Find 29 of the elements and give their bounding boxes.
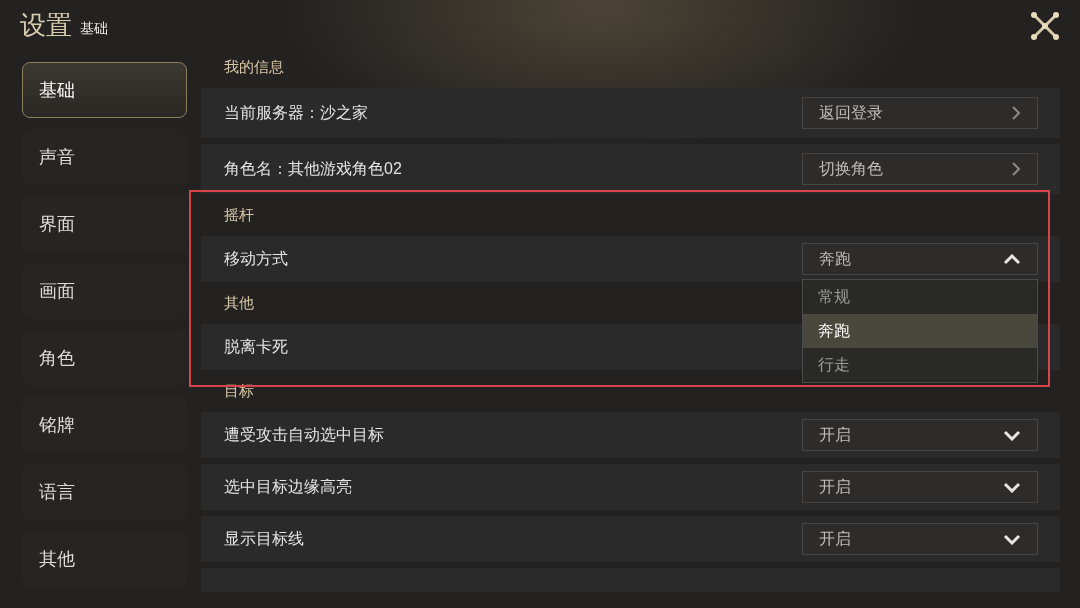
chevron-right-icon [1011,161,1021,177]
chevron-down-icon [1003,533,1021,545]
chevron-down-icon [1003,429,1021,441]
dropdown-option[interactable]: 奔跑 [803,314,1037,348]
window-title: 设置 [20,12,72,42]
section-heading: 摇杆 [223,205,254,225]
chevron-down-icon [1003,481,1021,493]
setting-label: 选中目标边缘高亮 [224,476,352,497]
dropdown-field[interactable]: 奔跑 [802,243,1038,275]
chevron-up-icon [1003,253,1021,265]
setting-label: 遭受攻击自动选中目标 [224,424,384,445]
dropdown-field[interactable]: 开启 [802,419,1038,451]
link-button[interactable]: 返回登录 [802,97,1038,129]
dropdown-field[interactable]: 开启 [802,523,1038,555]
section-heading: 其他 [223,293,254,313]
close-icon[interactable] [1030,11,1060,41]
dropdown-field[interactable]: 开启 [802,471,1038,503]
section-heading: 我的信息 [223,57,284,77]
setting-label: 角色名：其他游戏角色02 [224,158,402,179]
setting-label: 移动方式 [224,248,288,269]
setting-label: 当前服务器：沙之家 [224,102,368,123]
window-subtitle: 基础 [80,20,108,38]
setting-label: 显示目标线 [224,528,304,549]
dropdown-option[interactable]: 常规 [803,280,1037,314]
link-button[interactable]: 切换角色 [802,153,1038,185]
sidebar-tab[interactable]: 基础 [22,62,187,118]
setting-label: 脱离卡死 [224,336,288,357]
chevron-right-icon [1011,105,1021,121]
dropdown-option[interactable]: 行走 [803,348,1037,382]
